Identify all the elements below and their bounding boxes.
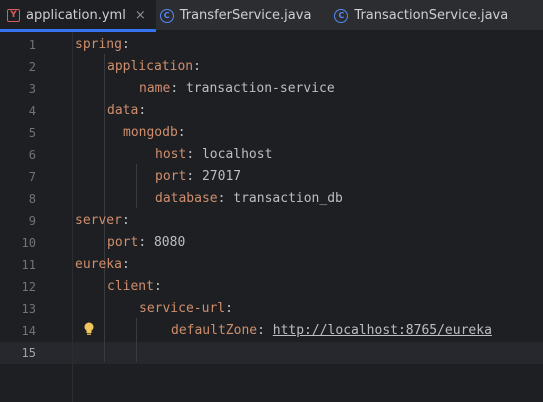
- tab-label: TransferService.java: [179, 8, 312, 23]
- code-line[interactable]: 5 mongodb:: [0, 122, 543, 144]
- code-content: server:: [75, 210, 130, 232]
- yaml-value: 27017: [201, 169, 242, 184]
- line-number: 13: [21, 302, 36, 316]
- code-content: eureka:: [75, 254, 130, 276]
- tab-label: TransactionService.java: [354, 8, 509, 23]
- editor-tab-bar: Y application.yml × C TransferService.ja…: [0, 0, 543, 32]
- yaml-separator: :: [121, 213, 130, 228]
- line-number: 6: [28, 148, 36, 162]
- line-number: 7: [28, 170, 36, 184]
- code-line[interactable]: 8 database: transaction_db: [0, 188, 543, 210]
- yaml-separator: :: [225, 301, 233, 316]
- code-content: data:: [107, 100, 146, 122]
- yaml-file-icon: Y: [7, 9, 20, 22]
- yaml-key: mongodb: [123, 125, 178, 140]
- code-content: mongodb:: [123, 122, 186, 144]
- yaml-key: service-url: [139, 301, 226, 316]
- java-class-icon: C: [159, 8, 174, 23]
- yaml-separator: :: [153, 279, 162, 294]
- code-line[interactable]: 3 name: transaction-service: [0, 78, 543, 100]
- line-number: 2: [28, 60, 36, 74]
- code-content: service-url:: [139, 298, 233, 320]
- yaml-key: client: [107, 279, 154, 294]
- yaml-url-value[interactable]: http://localhost:8765/eureka: [273, 323, 492, 338]
- yaml-value: transaction_db: [233, 191, 343, 206]
- code-line[interactable]: 14 defaultZone: http://localhost:8765/eur…: [0, 320, 543, 342]
- yaml-separator: :: [193, 59, 201, 74]
- yaml-key: name: [139, 81, 171, 96]
- yaml-separator: :: [177, 125, 186, 140]
- code-content: port: 8080: [107, 232, 185, 254]
- yaml-value: 8080: [153, 235, 186, 250]
- line-number: 11: [21, 258, 36, 272]
- yaml-separator: :: [186, 169, 202, 184]
- yaml-separator: :: [121, 257, 130, 272]
- close-icon[interactable]: ×: [135, 8, 146, 23]
- tab-transfer-service[interactable]: C TransferService.java: [156, 0, 312, 31]
- code-line[interactable]: 2 application:: [0, 56, 543, 78]
- yaml-separator: :: [170, 81, 186, 96]
- line-number: 5: [28, 126, 36, 140]
- code-content: spring:: [75, 34, 130, 56]
- line-number: 15: [21, 346, 36, 360]
- line-number: 10: [21, 236, 36, 250]
- line-number: 3: [28, 82, 36, 96]
- yaml-key: eureka: [75, 257, 122, 272]
- code-line[interactable]: 12 client:: [0, 276, 543, 298]
- yaml-key: application: [107, 59, 194, 74]
- code-content: database: transaction_db: [155, 188, 343, 210]
- code-line[interactable]: 15: [0, 342, 543, 364]
- yaml-key: port: [107, 235, 139, 250]
- code-line[interactable]: 1 spring:: [0, 34, 543, 56]
- code-content: defaultZone: http://localhost:8765/eurek…: [171, 320, 492, 342]
- yaml-separator: :: [257, 323, 273, 338]
- line-number: 8: [28, 192, 36, 206]
- code-line[interactable]: 6 host: localhost: [0, 144, 543, 166]
- code-line[interactable]: 10 port: 8080: [0, 232, 543, 254]
- yaml-key: spring: [75, 37, 122, 52]
- yaml-key: server: [75, 213, 122, 228]
- code-content: application:: [107, 56, 201, 78]
- code-line[interactable]: 7 port: 27017: [0, 166, 543, 188]
- yaml-separator: :: [138, 235, 154, 250]
- java-class-icon: C: [334, 8, 349, 23]
- tab-transaction-service[interactable]: C TransactionService.java: [334, 0, 508, 31]
- code-content: name: transaction-service: [139, 78, 335, 100]
- code-line[interactable]: 9 server:: [0, 210, 543, 232]
- yaml-key: data: [107, 103, 139, 118]
- code-line[interactable]: 13 service-url:: [0, 298, 543, 320]
- yaml-value: localhost: [201, 147, 273, 162]
- yaml-separator: :: [138, 103, 147, 118]
- yaml-separator: :: [217, 191, 234, 206]
- code-content: port: 27017: [155, 166, 241, 188]
- line-number: 4: [28, 104, 36, 118]
- yaml-key: defaultZone: [171, 323, 258, 338]
- code-content: client:: [107, 276, 162, 298]
- code-line[interactable]: 4 data:: [0, 100, 543, 122]
- line-number: 1: [28, 38, 36, 52]
- yaml-separator: :: [186, 147, 202, 162]
- line-number: 12: [21, 280, 36, 294]
- yaml-key: host: [155, 147, 187, 162]
- line-number: 9: [28, 214, 36, 228]
- yaml-value: transaction-service: [185, 81, 335, 96]
- tab-application-yml[interactable]: Y application.yml ×: [0, 0, 156, 32]
- tab-label: application.yml: [26, 8, 126, 23]
- code-line[interactable]: 11 eureka:: [0, 254, 543, 276]
- yaml-key: database: [155, 191, 218, 206]
- code-content: host: localhost: [155, 144, 272, 166]
- yaml-separator: :: [121, 37, 130, 52]
- line-number: 14: [21, 324, 36, 338]
- code-editor[interactable]: 1 spring: 2 application: 3 name: transaction-…: [0, 32, 543, 402]
- yaml-key: port: [155, 169, 187, 184]
